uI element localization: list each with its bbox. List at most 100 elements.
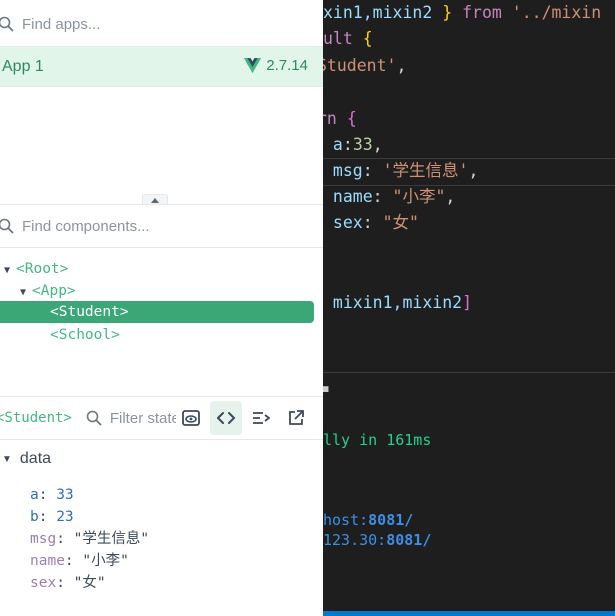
code-token: Student'	[323, 56, 397, 75]
code-token: from	[452, 3, 512, 22]
code-token: msg	[323, 161, 363, 180]
data-section-header[interactable]: ▼ data	[0, 448, 51, 470]
app-list-item[interactable]: App 1 2.7.14	[0, 47, 323, 86]
app-name: App 1	[2, 57, 44, 75]
data-property-row[interactable]: name: "小李"	[30, 550, 129, 572]
data-property-row[interactable]: b: 23	[30, 506, 74, 528]
external-link-icon	[289, 410, 304, 425]
divider	[0, 86, 323, 87]
tree-node-root[interactable]: ▼ <Root>	[4, 258, 68, 280]
terminal-local-url[interactable]: host:8081/	[323, 509, 413, 531]
code-token: "女"	[382, 213, 419, 232]
code-line: Student',	[323, 53, 406, 79]
property-value[interactable]: "小李"	[82, 553, 128, 569]
data-property-row[interactable]: a: 33	[30, 484, 74, 506]
code-token: ult	[323, 29, 363, 48]
code-token: :	[362, 213, 383, 232]
property-value[interactable]: 33	[56, 487, 73, 503]
tree-node-label: <Student>	[50, 304, 129, 320]
data-property-row[interactable]: sex: "女"	[30, 572, 106, 594]
network-port: 8081/	[386, 531, 432, 549]
inspect-dom-button[interactable]	[210, 401, 242, 435]
search-icon	[86, 410, 102, 426]
code-token: "小李"	[392, 187, 446, 206]
code-token: '学生信息'	[382, 161, 469, 180]
code-token: ,	[372, 135, 383, 154]
code-token: ,	[468, 161, 479, 180]
code-token: 33	[352, 135, 373, 154]
property-separator: :	[64, 553, 83, 569]
property-value[interactable]: "女"	[74, 575, 106, 591]
code-token: '../mixin	[511, 3, 602, 22]
code-line: sex: "女"	[323, 210, 419, 236]
code-token: xin1,mixin2	[323, 3, 443, 22]
property-separator: :	[56, 575, 74, 591]
property-key: msg	[30, 531, 57, 547]
filter-state-input[interactable]: Filter state...	[110, 410, 176, 427]
code-token: a	[323, 135, 343, 154]
component-search-bar[interactable]: Find components...	[0, 204, 323, 248]
tree-node-school[interactable]: <School>	[50, 324, 120, 346]
terminal-network-url[interactable]: 123.30:8081/	[323, 529, 431, 551]
code-token: sex	[323, 213, 363, 232]
divider	[0, 247, 323, 248]
caret-down-icon: ▼	[2, 453, 12, 465]
property-separator: :	[38, 509, 57, 525]
code-token: mixin1,mixin2	[323, 293, 463, 312]
app-search-bar[interactable]: Find apps...	[0, 2, 323, 46]
code-token: {	[346, 109, 357, 128]
inspector-toolbar: <Student> Filter state...	[0, 397, 323, 440]
terminal-compile-message: lly in 161ms	[323, 431, 432, 449]
code-token: }	[442, 3, 453, 22]
code-line: rn {	[323, 106, 357, 132]
property-key: b	[30, 509, 39, 525]
tree-node-student[interactable]: <Student>	[0, 301, 314, 323]
chevron-up-icon	[151, 197, 159, 203]
property-key: a	[30, 487, 39, 503]
app-search-input[interactable]: Find apps...	[22, 16, 100, 33]
eye-icon	[182, 410, 200, 426]
local-port: 8081/	[368, 511, 414, 529]
code-line: msg: '学生信息',	[323, 158, 479, 184]
tree-node-label: <Root>	[16, 261, 69, 277]
tree-node-label: <App>	[32, 283, 76, 299]
property-key: name	[30, 553, 65, 569]
code-token: :	[372, 187, 393, 206]
property-key: sex	[30, 575, 57, 591]
scroll-to-component-button[interactable]	[175, 401, 207, 435]
code-token: name	[323, 187, 373, 206]
code-token: :	[362, 161, 383, 180]
property-separator: :	[56, 531, 74, 547]
open-in-editor-button[interactable]	[280, 401, 312, 435]
terminal-panel[interactable]: ▪ lly in 161ms host:8081/ 123.30:8081/	[323, 372, 615, 616]
inspector-component-name: <Student>	[0, 410, 72, 426]
tree-node-label: <School>	[50, 327, 120, 343]
vue-logo-icon	[244, 58, 262, 73]
code-line: name: "小李",	[323, 184, 455, 210]
list-arrow-icon	[253, 412, 270, 424]
local-host: host:	[323, 511, 369, 529]
network-host: 123.30:	[323, 531, 387, 549]
data-property-row[interactable]: msg: "学生信息"	[30, 528, 149, 550]
status-bar	[323, 611, 615, 616]
tree-node-app[interactable]: ▼ <App>	[20, 280, 76, 302]
section-title: data	[19, 450, 52, 467]
vue-devtools-panel: Find apps... App 1 2.7.14 Find component…	[0, 0, 323, 616]
property-value[interactable]: "学生信息"	[74, 531, 149, 547]
component-search-input[interactable]: Find components...	[22, 218, 150, 235]
code-token: :	[342, 135, 353, 154]
caret-down-icon: ▼	[4, 265, 11, 276]
code-token: ,	[396, 56, 407, 75]
terminal-tab-fragment: ▪	[323, 379, 331, 397]
code-icon	[217, 412, 235, 424]
code-token: rn	[323, 109, 337, 128]
code-token: ,	[445, 187, 456, 206]
property-value[interactable]: 23	[56, 509, 73, 525]
code-editor[interactable]: xin1,mixin2 } from '../mixin ult {Student…	[323, 0, 615, 616]
code-line: xin1,mixin2 } from '../mixin	[323, 0, 601, 26]
vue-version-text: 2.7.14	[266, 57, 308, 74]
property-separator: :	[38, 487, 57, 503]
code-token: {	[362, 29, 373, 48]
code-line: ult {	[323, 26, 373, 52]
render-code-button[interactable]	[245, 401, 277, 435]
